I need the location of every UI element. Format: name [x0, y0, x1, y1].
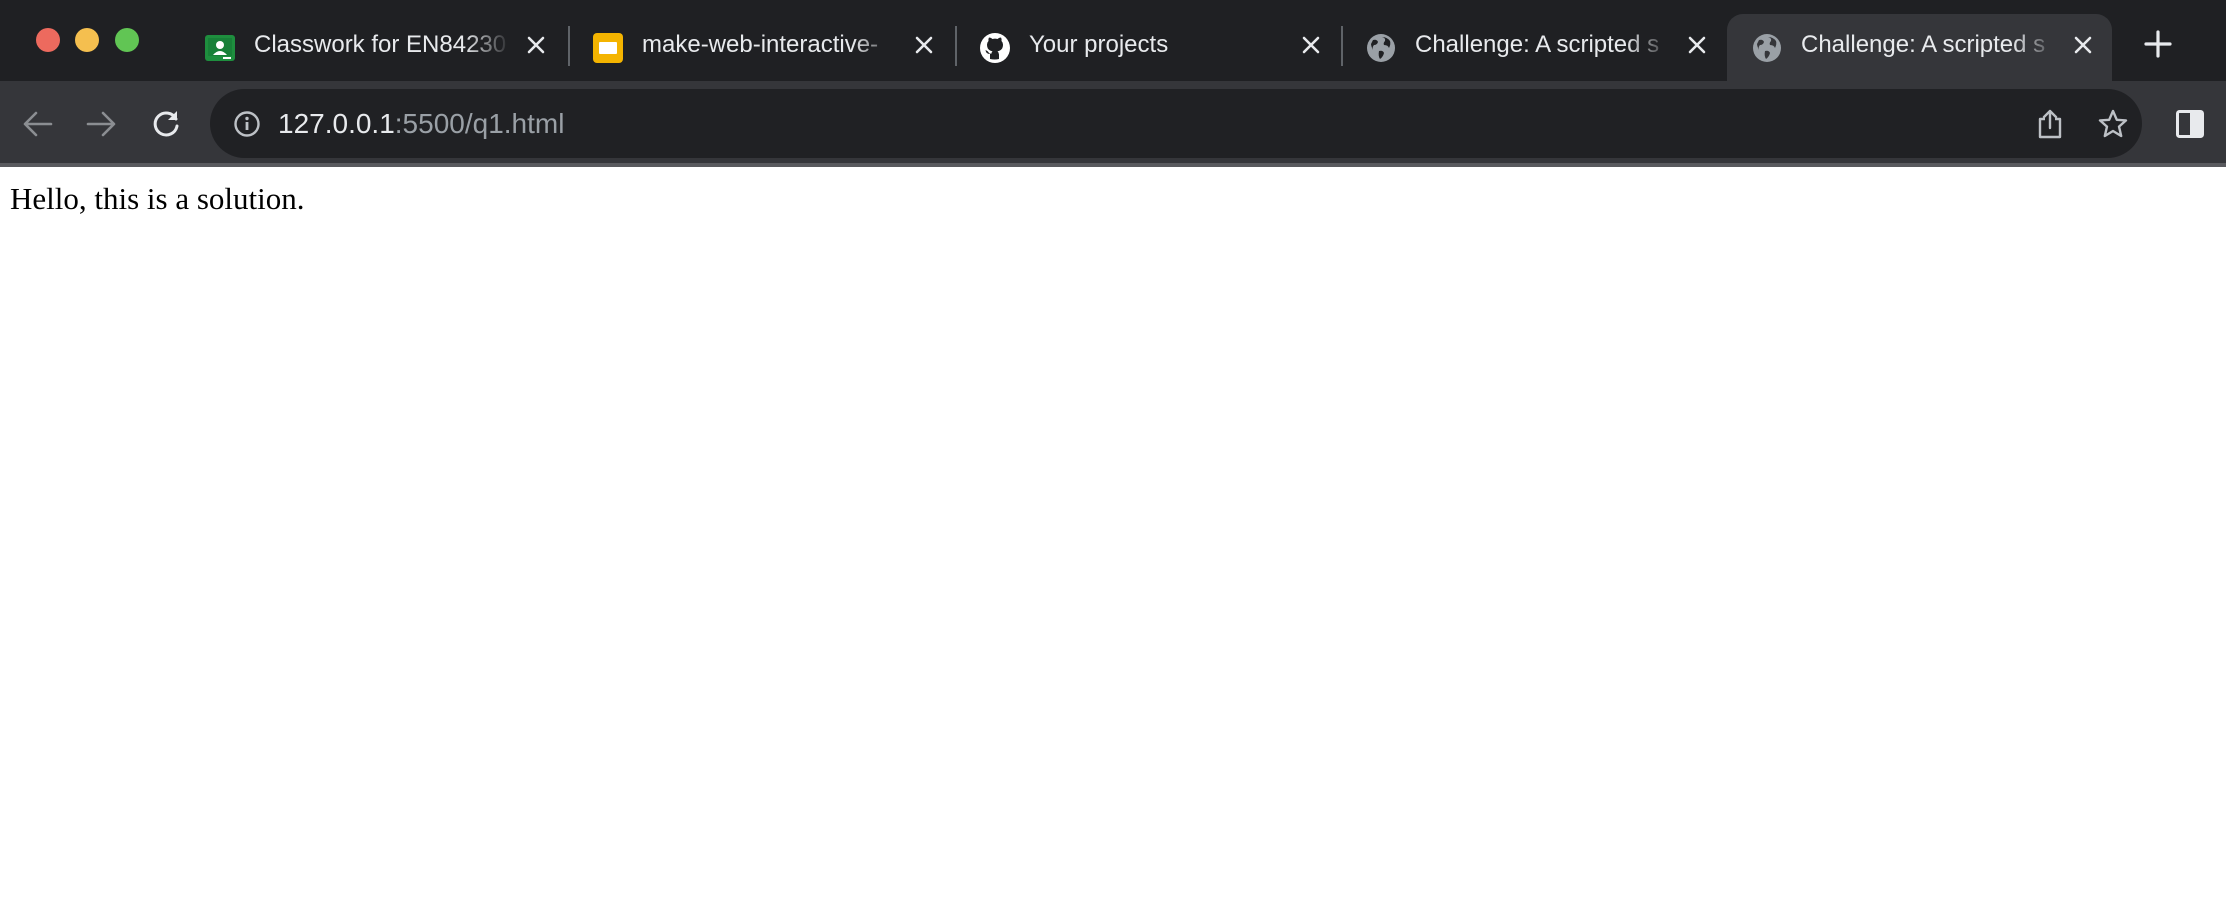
tab-close-icon[interactable]: [1682, 30, 1712, 60]
tab-challenge[interactable]: Challenge: A scripted s: [1341, 14, 1726, 81]
tab-challenge-active[interactable]: Challenge: A scripted s: [1727, 14, 2112, 81]
star-icon[interactable]: [2095, 106, 2131, 142]
tab-close-icon[interactable]: [909, 30, 939, 60]
tab-classwork[interactable]: Classwork for EN84230: [180, 14, 565, 81]
forward-arrow-icon: [86, 111, 116, 137]
window-close-button[interactable]: [36, 28, 60, 52]
side-panel-icon: [2176, 110, 2204, 138]
share-icon[interactable]: [2032, 106, 2068, 142]
github-icon: [979, 32, 1011, 64]
tab-close-icon[interactable]: [521, 30, 551, 60]
tab-title: Classwork for EN84230: [254, 30, 507, 58]
new-tab-button[interactable]: [2140, 26, 2176, 62]
browser-window: Classwork for EN84230 make-web-interacti…: [0, 0, 2226, 904]
tab-title: Challenge: A scripted s: [1415, 30, 1660, 58]
tab-slides[interactable]: make-web-interactive-: [568, 14, 953, 81]
google-slides-icon: [592, 32, 624, 64]
url-path: :5500/q1.html: [394, 108, 565, 139]
side-panel-button[interactable]: [2168, 102, 2212, 146]
back-button[interactable]: [16, 102, 60, 146]
reload-icon: [153, 111, 179, 137]
tab-close-icon[interactable]: [2068, 30, 2098, 60]
window-minimize-button[interactable]: [75, 28, 99, 52]
globe-icon: [1751, 32, 1783, 64]
browser-toolbar: 127.0.0.1:5500/q1.html: [0, 81, 2226, 167]
tab-title: make-web-interactive-: [642, 30, 879, 58]
url-host: 127.0.0.1: [278, 108, 395, 139]
address-bar[interactable]: 127.0.0.1:5500/q1.html: [210, 89, 2142, 158]
tab-close-icon[interactable]: [1296, 30, 1326, 60]
tab-github-projects[interactable]: Your projects: [955, 14, 1340, 81]
url-text[interactable]: 127.0.0.1:5500/q1.html: [278, 89, 564, 158]
tab-title: Your projects: [1029, 30, 1169, 58]
google-classroom-icon: [204, 32, 236, 64]
forward-button[interactable]: [79, 102, 123, 146]
plus-icon: [2144, 30, 2172, 58]
globe-icon: [1365, 32, 1397, 64]
info-icon[interactable]: [232, 109, 262, 139]
page-text: Hello, this is a solution.: [10, 181, 305, 216]
page-content: Hello, this is a solution.: [0, 167, 2226, 904]
reload-button[interactable]: [144, 102, 188, 146]
tab-strip: Classwork for EN84230 make-web-interacti…: [0, 0, 2226, 81]
tab-title: Challenge: A scripted s: [1801, 30, 2046, 58]
back-arrow-icon: [23, 111, 53, 137]
window-zoom-button[interactable]: [115, 28, 139, 52]
